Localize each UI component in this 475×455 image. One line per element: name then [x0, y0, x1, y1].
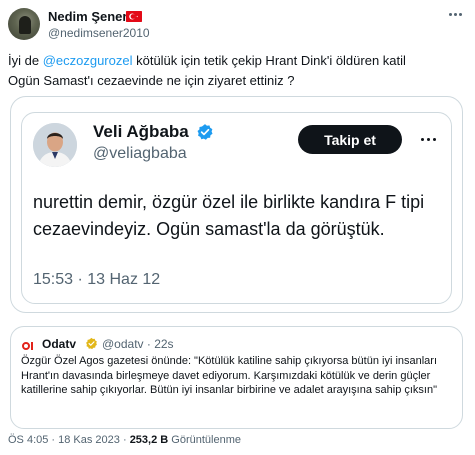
tweet-text-line2: Ogün Samast'ı cezaevinde ne için ziyaret…: [8, 73, 295, 88]
follow-button: Takip et: [298, 125, 402, 154]
screenshot-avatar: [33, 123, 77, 167]
tweet-page: Nedim Şener @nedimsener2010 İyi de @eczo…: [0, 0, 475, 455]
turkey-flag-icon: [126, 11, 142, 22]
odatv-logo-icon: [21, 337, 37, 353]
tweet-timestamp[interactable]: ÖS 4:05 · 18 Kas 2023 ·: [8, 434, 130, 446]
mention-link[interactable]: @eczozgurozel: [43, 53, 133, 68]
screenshot-tweet-text: nurettin demir, özgür özel ile birlikte …: [33, 192, 425, 239]
quoted-tweet-text: Özgür Özel Agos gazetesi önünde: "Kötülü…: [21, 355, 438, 396]
quoted-handle-time: @odatv · 22s: [102, 337, 174, 351]
views-count: 253,2 B: [129, 434, 169, 446]
tweet-footer: ÖS 4:05 · 18 Kas 2023 · 253,2 B Görüntül…: [8, 434, 241, 446]
screenshot-author-name: Veli Ağbaba: [93, 122, 189, 141]
verified-badge-icon: [197, 124, 213, 140]
avatar-figure: [19, 16, 31, 34]
quoted-author-name: Odatv: [42, 337, 77, 351]
tweet-text: İyi de @eczozgurozel kötülük için tetik …: [8, 51, 463, 91]
screenshot-author-handle: @veliagbaba: [93, 145, 187, 162]
more-options-icon[interactable]: [445, 6, 465, 22]
tweet-text-line1-rest: kötülük için tetik çekip Hrant Dink'i öl…: [132, 53, 406, 68]
author-avatar[interactable]: [8, 8, 40, 40]
screenshot-tweet-card: Veli Ağbaba @veliagbaba Takip et nuretti…: [21, 112, 452, 304]
author-handle[interactable]: @nedimsener2010: [48, 26, 150, 40]
gold-verified-badge-icon: [86, 337, 97, 350]
author-name[interactable]: Nedim Şener: [48, 9, 127, 24]
quoted-tweet[interactable]: Odatv @odatv · 22s Özgür Özel Agos gazet…: [10, 326, 463, 429]
attached-image[interactable]: Veli Ağbaba @veliagbaba Takip et nuretti…: [10, 96, 463, 313]
screenshot-more-icon: [417, 133, 439, 145]
tweet-text-prefix: İyi de: [8, 53, 43, 68]
views-label: Görüntülenme: [168, 434, 241, 446]
screenshot-tweet-time: 15:53 · 13 Haz 12: [33, 271, 161, 288]
